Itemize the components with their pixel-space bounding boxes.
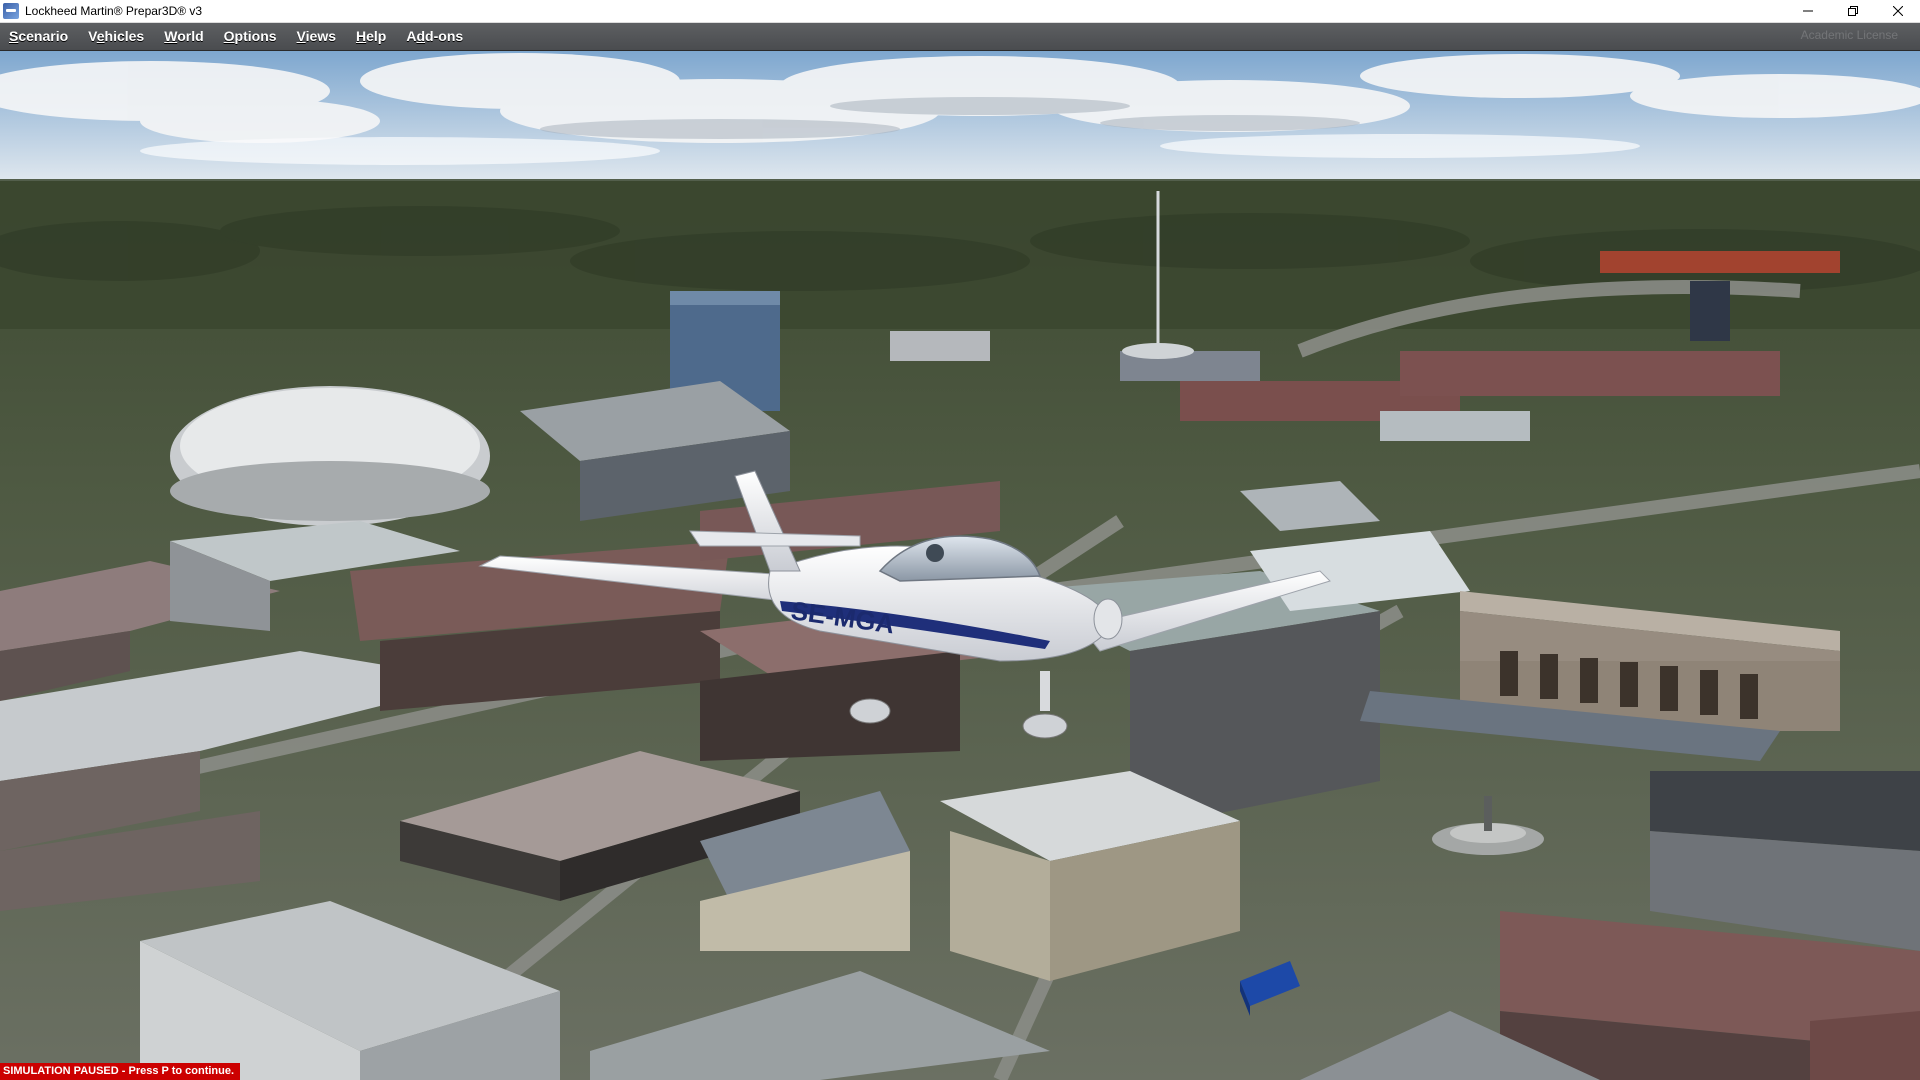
scenery-render: SE-MGA [0, 51, 1920, 1080]
menu-bar: Scenario Vehicles World Options Views He… [0, 23, 1920, 51]
simulation-paused-message: SIMULATION PAUSED - Press P to continue. [0, 1063, 241, 1080]
menu-addons[interactable]: Add-ons [397, 23, 474, 50]
menu-options[interactable]: Options [215, 23, 288, 50]
menu-scenario[interactable]: Scenario [0, 23, 79, 50]
minimize-button[interactable] [1785, 0, 1830, 22]
prepar3d-window: Lockheed Martin® Prepar3D® v3 Scenario V… [0, 0, 1920, 1080]
title-bar[interactable]: Lockheed Martin® Prepar3D® v3 [0, 0, 1920, 23]
menu-views[interactable]: Views [288, 23, 347, 50]
close-button[interactable] [1875, 0, 1920, 22]
menu-help[interactable]: Help [347, 23, 397, 50]
restore-button[interactable] [1830, 0, 1875, 22]
menu-world[interactable]: World [155, 23, 214, 50]
prepar3d-app-icon[interactable] [3, 3, 19, 19]
close-icon [1892, 6, 1903, 16]
menu-vehicles[interactable]: Vehicles [79, 23, 155, 50]
simulation-viewport[interactable]: SE-MGA SIMULATION PAUSED - Press P to co… [0, 51, 1920, 1080]
restore-icon [1847, 6, 1858, 16]
license-watermark: Academic License [1800, 28, 1898, 42]
arena-dome [170, 386, 490, 526]
window-controls [1785, 0, 1920, 22]
minimize-icon [1802, 10, 1813, 12]
window-title: Lockheed Martin® Prepar3D® v3 [25, 4, 203, 18]
